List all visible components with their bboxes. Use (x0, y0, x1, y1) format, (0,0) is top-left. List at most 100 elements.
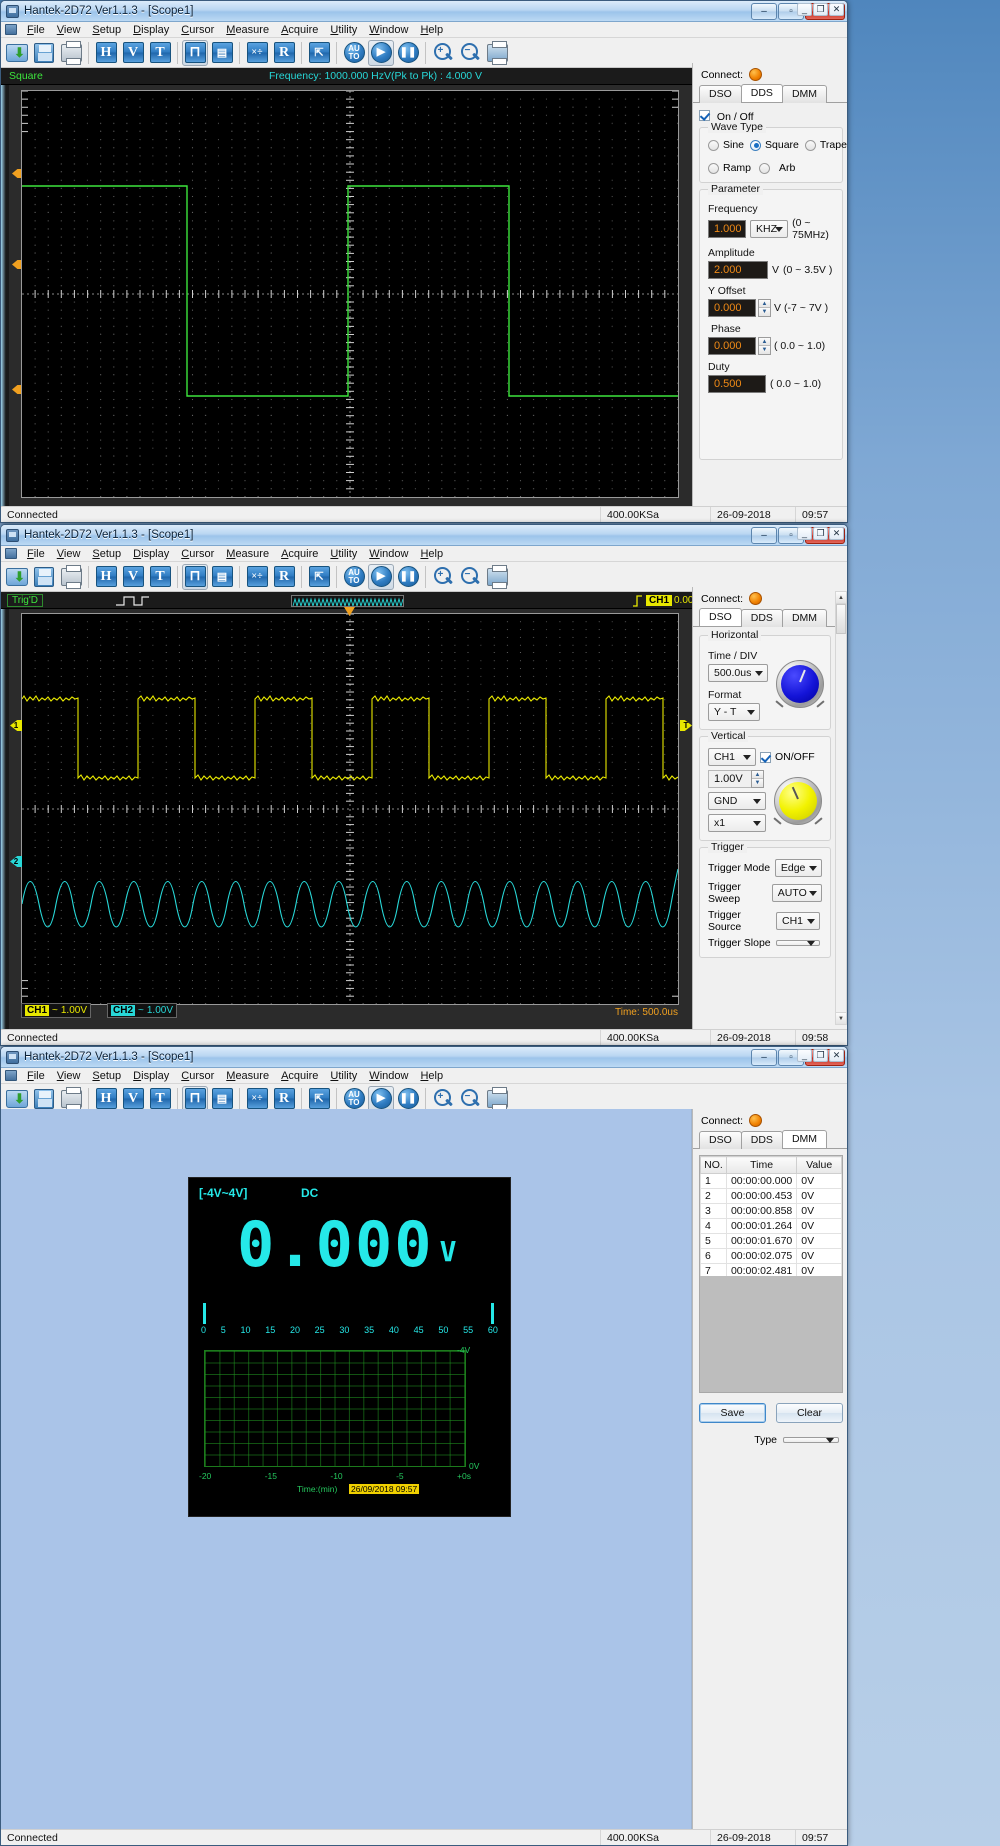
ch2-position-marker[interactable] (12, 260, 21, 269)
tab-dmm[interactable]: DMM (781, 609, 828, 627)
window3-control-panel[interactable]: Connect: DSO DDS DMM NO. Time Value 1 00… (692, 1109, 847, 1829)
menu-display[interactable]: Display (127, 547, 175, 561)
table-row[interactable]: 4 00:00:01.264 0V (700, 1218, 842, 1234)
tab-dds[interactable]: DDS (740, 609, 783, 627)
zoom-in-button[interactable]: + (430, 1086, 456, 1112)
menu-file[interactable]: File (21, 1069, 51, 1083)
vertical-button[interactable]: V (120, 1086, 146, 1112)
dmm-log-table-wrap[interactable]: NO. Time Value 1 00:00:00.000 0V 2 00:00:00… (699, 1155, 843, 1393)
window3-mdi-controls[interactable]: _ ❐ ✕ (797, 1047, 844, 1063)
vertical-channel-select[interactable]: CH1 (708, 748, 756, 766)
ch2-position-marker[interactable]: 2 (10, 856, 22, 867)
menu-window[interactable]: Window (363, 23, 414, 37)
menu-help[interactable]: Help (414, 23, 449, 37)
trigger-button[interactable]: T (147, 40, 173, 66)
ch2-badge[interactable]: CH2 ~ 1.00V (107, 1003, 177, 1018)
mdi-close-button[interactable]: ✕ (829, 2, 844, 16)
time-div-select[interactable]: 500.0us (708, 664, 769, 682)
frequency-unit-select[interactable]: KHZ (750, 220, 789, 238)
window-scope1-dds[interactable]: Hantek-2D72 Ver1.1.3 - [Scope1] – ▫ ✕ Fi… (0, 0, 848, 523)
window2-mdi-controls[interactable]: _ ❐ ✕ (797, 525, 844, 541)
trigger-button[interactable]: T (147, 564, 173, 590)
table-row[interactable]: 5 00:00:01.670 0V (700, 1233, 842, 1249)
menu-help[interactable]: Help (414, 547, 449, 561)
save-button[interactable] (31, 564, 57, 590)
ch3-position-marker[interactable] (12, 385, 21, 394)
ch1-level-marker[interactable]: T (680, 720, 692, 731)
cursor-select-button[interactable]: ⇱ (306, 40, 332, 66)
phase-input[interactable]: 0.000 (708, 337, 756, 355)
time-div-knob[interactable] (775, 660, 825, 708)
trigger-source-select[interactable]: CH1 (776, 912, 821, 930)
reference-button[interactable]: R (271, 564, 297, 590)
waveform-button[interactable]: ⊓ (182, 39, 208, 66)
measure-button[interactable]: ▤ (209, 1086, 235, 1112)
auto-button[interactable]: AU TO (341, 1086, 367, 1112)
ch1-position-marker[interactable] (12, 169, 21, 178)
open-button[interactable]: ⬇ (4, 1086, 30, 1112)
tab-dds[interactable]: DDS (740, 84, 783, 102)
menu-display[interactable]: Display (127, 1069, 175, 1083)
window3-menubar[interactable]: File View Setup Display Cursor Measure A… (1, 1048, 847, 1084)
minimize-button[interactable]: – (751, 526, 777, 544)
horizontal-button[interactable]: H (93, 1086, 119, 1112)
tab-dso[interactable]: DSO (699, 1131, 742, 1149)
phase-spinner[interactable]: ▲ ▼ (758, 337, 771, 355)
menu-file[interactable]: File (21, 23, 51, 37)
radio-trapezia[interactable]: Trapezia (804, 139, 847, 151)
save-button[interactable] (31, 40, 57, 66)
panel-scrollbar[interactable]: ▲ ▼ (835, 591, 847, 1025)
menu-cursor[interactable]: Cursor (175, 1069, 220, 1083)
menu-acquire[interactable]: Acquire (275, 547, 324, 561)
math-button[interactable]: ×÷ (244, 564, 270, 590)
mdi-close-button[interactable]: ✕ (829, 1048, 844, 1062)
tab-dmm[interactable]: DMM (781, 1130, 828, 1148)
mdi-restore-button[interactable]: ❐ (813, 2, 828, 16)
cursor-select-button[interactable]: ⇱ (306, 564, 332, 590)
window1-waveform-area[interactable] (1, 85, 692, 508)
probe-select[interactable]: x1 (708, 814, 766, 832)
volts-div-spinner[interactable]: ▲ ▼ (751, 770, 764, 788)
radio-sine[interactable]: Sine (708, 139, 744, 151)
menu-acquire[interactable]: Acquire (275, 1069, 324, 1083)
run-button[interactable]: ▶ (368, 39, 394, 66)
save-button[interactable] (31, 1086, 57, 1112)
print-button[interactable] (58, 1086, 84, 1112)
open-button[interactable]: ⬇ (4, 40, 30, 66)
window1-left-scrollbar[interactable] (1, 85, 9, 508)
trigger-mode-select[interactable]: Edge (774, 859, 822, 877)
ch1-position-marker[interactable]: 1 (10, 720, 22, 731)
dmm-actions[interactable]: Save Clear (699, 1403, 843, 1423)
table-row[interactable]: 2 00:00:00.453 0V (700, 1188, 842, 1204)
waveform-button[interactable]: ⊓ (182, 563, 208, 590)
window-scope1-dmm[interactable]: Hantek-2D72 Ver1.1.3 - [Scope1] – ▫ ✕ Fi… (0, 1046, 848, 1846)
reference-button[interactable]: R (271, 40, 297, 66)
vertical-button[interactable]: V (120, 40, 146, 66)
math-button[interactable]: ×÷ (244, 40, 270, 66)
table-row[interactable]: 1 00:00:00.000 0V (700, 1173, 842, 1189)
table-row[interactable]: 6 00:00:02.075 0V (700, 1248, 842, 1264)
table-row[interactable]: 3 00:00:00.858 0V (700, 1203, 842, 1219)
zoom-in-button[interactable]: + (430, 564, 456, 590)
measure-button[interactable]: ▤ (209, 564, 235, 590)
save-button[interactable]: Save (699, 1403, 766, 1423)
frequency-input[interactable]: 1.000 (708, 220, 746, 238)
window3-titlebar[interactable]: Hantek-2D72 Ver1.1.3 - [Scope1] – ▫ ✕ (1, 1047, 847, 1068)
window1-control-panel[interactable]: Connect: DSO DDS DMM On / Off Wave Type … (692, 63, 847, 506)
zoom-out-button[interactable]: − (457, 1086, 483, 1112)
measure-button[interactable]: ▤ (209, 40, 235, 66)
scroll-thumb[interactable] (836, 604, 846, 634)
menu-measure[interactable]: Measure (220, 1069, 275, 1083)
trigger-button[interactable]: T (147, 1086, 173, 1112)
zoom-out-button[interactable]: − (457, 40, 483, 66)
menu-acquire[interactable]: Acquire (275, 23, 324, 37)
horizontal-button[interactable]: H (93, 40, 119, 66)
dds-onoff-checkbox[interactable] (699, 110, 710, 121)
format-select[interactable]: Y - T (708, 703, 760, 721)
window2-titlebar[interactable]: Hantek-2D72 Ver1.1.3 - [Scope1] – ▫ ✕ (1, 525, 847, 546)
menu-view[interactable]: View (51, 1069, 87, 1083)
window1-mdi-controls[interactable]: _ ❐ ✕ (797, 1, 844, 17)
y-offset-spinner[interactable]: ▲ ▼ (758, 299, 771, 317)
menu-help[interactable]: Help (414, 1069, 449, 1083)
vertical-onoff-checkbox[interactable] (760, 751, 771, 763)
